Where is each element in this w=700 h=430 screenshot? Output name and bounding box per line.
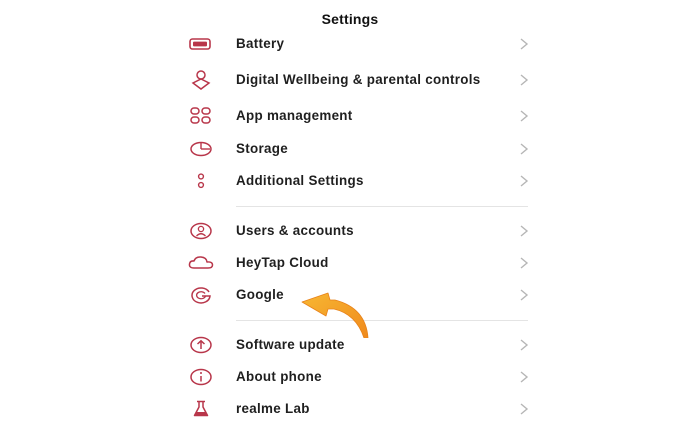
battery-icon	[188, 33, 214, 55]
settings-item-storage[interactable]: Storage	[180, 138, 540, 160]
settings-item-label: realme Lab	[236, 401, 310, 416]
chevron-right-icon	[520, 403, 529, 415]
settings-item-battery[interactable]: Battery	[180, 33, 540, 55]
chevron-right-icon	[520, 257, 529, 269]
settings-item-realme-lab[interactable]: realme Lab	[180, 398, 540, 420]
settings-item-additional-settings[interactable]: Additional Settings	[180, 170, 540, 192]
lab-flask-icon	[188, 398, 214, 420]
wellbeing-icon	[188, 69, 214, 91]
storage-icon	[188, 138, 214, 160]
settings-item-label: App management	[236, 108, 353, 123]
additional-settings-icon	[188, 170, 214, 192]
settings-item-label: Users & accounts	[236, 223, 354, 238]
settings-item-label: Software update	[236, 337, 345, 352]
app-management-icon	[188, 105, 214, 127]
chevron-right-icon	[520, 175, 529, 187]
chevron-right-icon	[520, 371, 529, 383]
settings-item-about-phone[interactable]: About phone	[180, 366, 540, 388]
software-update-icon	[188, 334, 214, 356]
cloud-icon	[188, 252, 214, 274]
section-divider	[236, 320, 528, 321]
settings-item-label: Digital Wellbeing & parental controls	[236, 72, 481, 87]
chevron-right-icon	[520, 38, 529, 50]
settings-item-label: Battery	[236, 36, 285, 51]
settings-item-users-accounts[interactable]: Users & accounts	[180, 220, 540, 242]
google-icon	[188, 284, 214, 306]
settings-item-heytap-cloud[interactable]: HeyTap Cloud	[180, 252, 540, 274]
chevron-right-icon	[520, 289, 529, 301]
settings-item-label: Google	[236, 287, 284, 302]
chevron-right-icon	[520, 339, 529, 351]
section-divider	[236, 206, 528, 207]
settings-item-digital-wellbeing[interactable]: Digital Wellbeing & parental controls	[180, 66, 540, 94]
users-icon	[188, 220, 214, 242]
chevron-right-icon	[520, 110, 529, 122]
settings-item-label: About phone	[236, 369, 322, 384]
info-icon	[188, 366, 214, 388]
settings-item-label: HeyTap Cloud	[236, 255, 329, 270]
settings-item-app-management[interactable]: App management	[180, 105, 540, 127]
settings-list: Battery Digital Wellbeing & parental con…	[0, 0, 700, 430]
annotation-arrow-icon	[301, 292, 369, 338]
settings-item-label: Additional Settings	[236, 173, 364, 188]
chevron-right-icon	[520, 143, 529, 155]
chevron-right-icon	[520, 225, 529, 237]
settings-item-label: Storage	[236, 141, 288, 156]
chevron-right-icon	[520, 74, 529, 86]
